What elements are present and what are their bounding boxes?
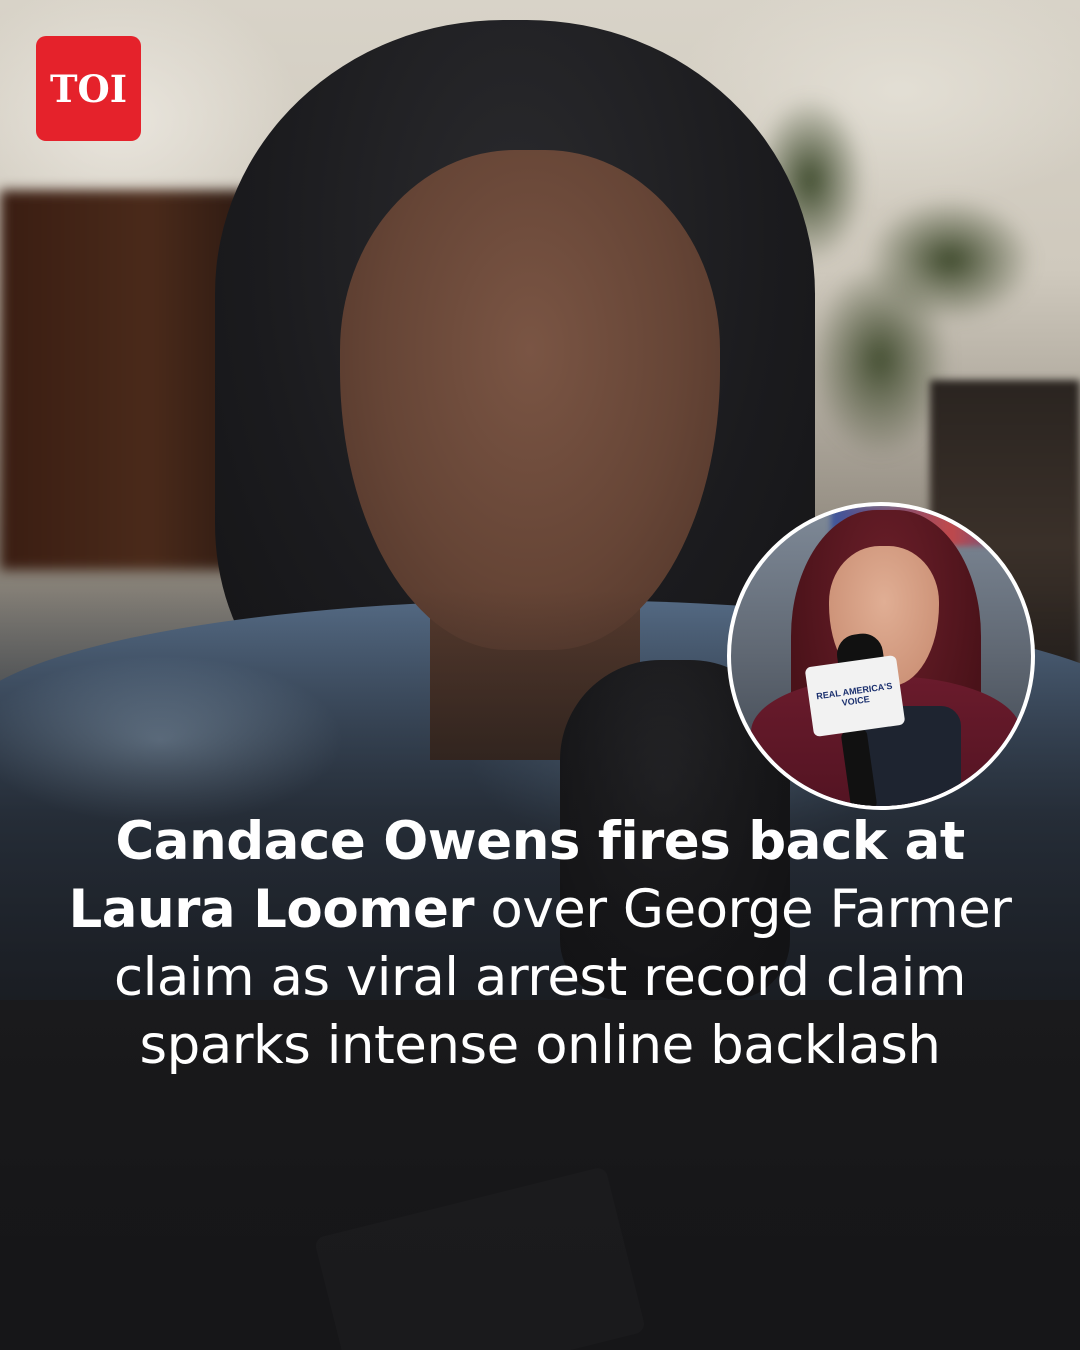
inset-portrait: REAL AMERICA'S VOICE (727, 502, 1035, 810)
inset-mic-flag: REAL AMERICA'S VOICE (804, 654, 906, 738)
logo-text: TOI (49, 66, 128, 111)
toi-logo: TOI (36, 36, 141, 141)
post-canvas: TOI REAL AMERICA'S VOICE Candace Owens f… (0, 0, 1080, 1350)
subject-face (340, 150, 720, 650)
background-bookshelf (0, 190, 250, 570)
mic-flag-text: REAL AMERICA'S VOICE (815, 680, 893, 708)
headline: Candace Owens fires back at Laura Loomer… (40, 808, 1040, 1080)
